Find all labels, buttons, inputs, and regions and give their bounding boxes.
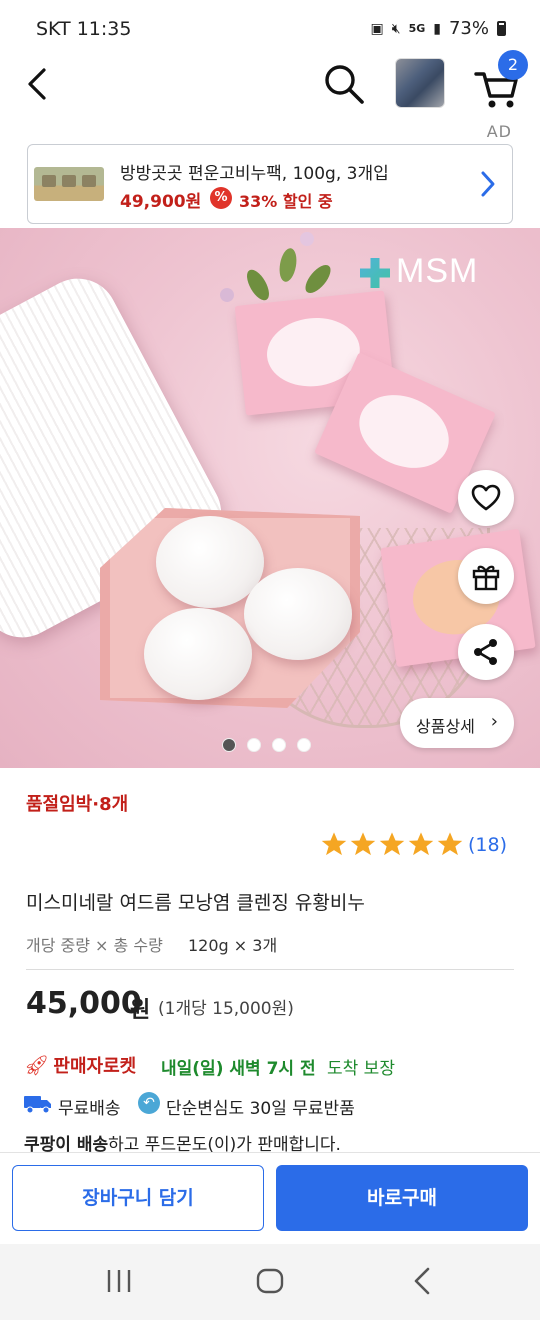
heart-icon	[471, 484, 501, 511]
rocket-icon: 🚀︎	[24, 1053, 50, 1077]
shipping-info: 무료배송 ↶ 단순변심도 30일 무료반품	[24, 1092, 524, 1119]
carousel-dot[interactable]	[247, 738, 261, 752]
back-button[interactable]	[22, 64, 56, 104]
soap-bar-image	[244, 568, 352, 660]
price-currency: 원	[130, 998, 151, 1023]
lock-icon: ▣	[370, 20, 384, 37]
battery-icon	[497, 21, 506, 36]
ad-product-price: 49,900원	[120, 192, 202, 212]
stock-notice: 품절임박·8개	[26, 794, 129, 815]
wishlist-button[interactable]	[458, 470, 514, 526]
discount-icon: %	[210, 187, 232, 209]
rating-stars[interactable]	[320, 830, 464, 858]
sponsored-product-banner[interactable]: 방방곳곳 편운고비누팩, 100g, 3개입 49,900원 % 33% 할인 …	[27, 144, 513, 224]
gift-button[interactable]	[458, 548, 514, 604]
divider	[26, 969, 514, 970]
search-icon	[325, 65, 364, 104]
spec-label: 개당 중량 × 총 수량	[26, 936, 163, 955]
search-button[interactable]	[322, 62, 366, 106]
add-to-cart-button[interactable]: 장바구니 담기	[12, 1165, 264, 1231]
ad-discount-text: 33% 할인 중	[239, 192, 333, 211]
product-detail-button[interactable]: 상품상세 ›	[400, 698, 514, 748]
ad-product-title: 방방곳곳 편운고비누팩, 100g, 3개입	[120, 164, 389, 184]
ad-tag: AD	[486, 122, 512, 141]
buy-now-button[interactable]: 바로구매	[276, 1165, 528, 1231]
back-icon	[28, 68, 46, 100]
top-nav: 2	[0, 50, 540, 116]
mute-icon: 🔇︎	[391, 20, 401, 37]
ad-product-image	[34, 167, 104, 201]
recent-product-thumbnail[interactable]	[395, 58, 445, 108]
carousel-dot[interactable]	[297, 738, 311, 752]
chevron-right-icon: ›	[490, 711, 498, 732]
truck-icon	[24, 1096, 51, 1114]
star-icon	[437, 832, 463, 856]
battery-percent: 73%	[448, 18, 489, 39]
status-bar: SKT 11:35 ▣ 🔇︎ 5G ▮ 73%	[0, 0, 540, 56]
system-navigation-bar	[0, 1244, 540, 1320]
product-detail-label: 상품상세	[416, 717, 475, 736]
carousel-indicator	[222, 738, 311, 752]
spec-value: 120g × 3개	[188, 936, 278, 955]
product-price: 45,000	[26, 986, 142, 1021]
unit-price: (1개당 15,000원)	[158, 999, 294, 1019]
system-back-icon[interactable]	[408, 1266, 438, 1296]
share-icon	[474, 639, 497, 665]
network-type: 5G	[408, 22, 426, 35]
review-count-link[interactable]: (18)	[468, 834, 507, 856]
rocket-label: 판매자로켓	[53, 1056, 137, 1077]
cart-count-badge: 2	[498, 50, 528, 80]
star-icon	[350, 832, 376, 856]
carousel-dot[interactable]	[272, 738, 286, 752]
free-shipping-label: 무료배송	[58, 1099, 121, 1119]
purchase-action-bar: 장바구니 담기 바로구매	[0, 1152, 540, 1244]
star-icon	[321, 832, 347, 856]
status-time: SKT 11:35	[36, 18, 132, 40]
star-icon	[408, 832, 434, 856]
arrival-time: 내일(일) 새벽 7시 전	[161, 1059, 316, 1079]
carousel-dot[interactable]	[222, 738, 236, 752]
rocket-delivery-badge: 🚀︎ 판매자로켓	[24, 1052, 136, 1078]
chevron-right-icon	[481, 171, 495, 197]
return-icon: ↶	[138, 1092, 160, 1114]
gift-icon	[472, 565, 500, 591]
share-button[interactable]	[458, 624, 514, 680]
star-icon	[379, 832, 405, 856]
product-title: 미스미네랄 여드름 모낭염 클렌징 유황비누	[26, 892, 365, 914]
return-policy-label: 단순변심도 30일 무료반품	[166, 1099, 355, 1119]
recent-apps-icon[interactable]	[104, 1266, 134, 1296]
signal-icon: ▮	[433, 20, 441, 37]
status-icons: ▣ 🔇︎ 5G ▮ 73%	[371, 18, 506, 39]
brand-logo: MSM	[360, 252, 478, 291]
arrival-guarantee: 도착 보장	[327, 1059, 395, 1079]
soap-bar-image	[144, 608, 252, 700]
home-icon[interactable]	[255, 1266, 285, 1296]
